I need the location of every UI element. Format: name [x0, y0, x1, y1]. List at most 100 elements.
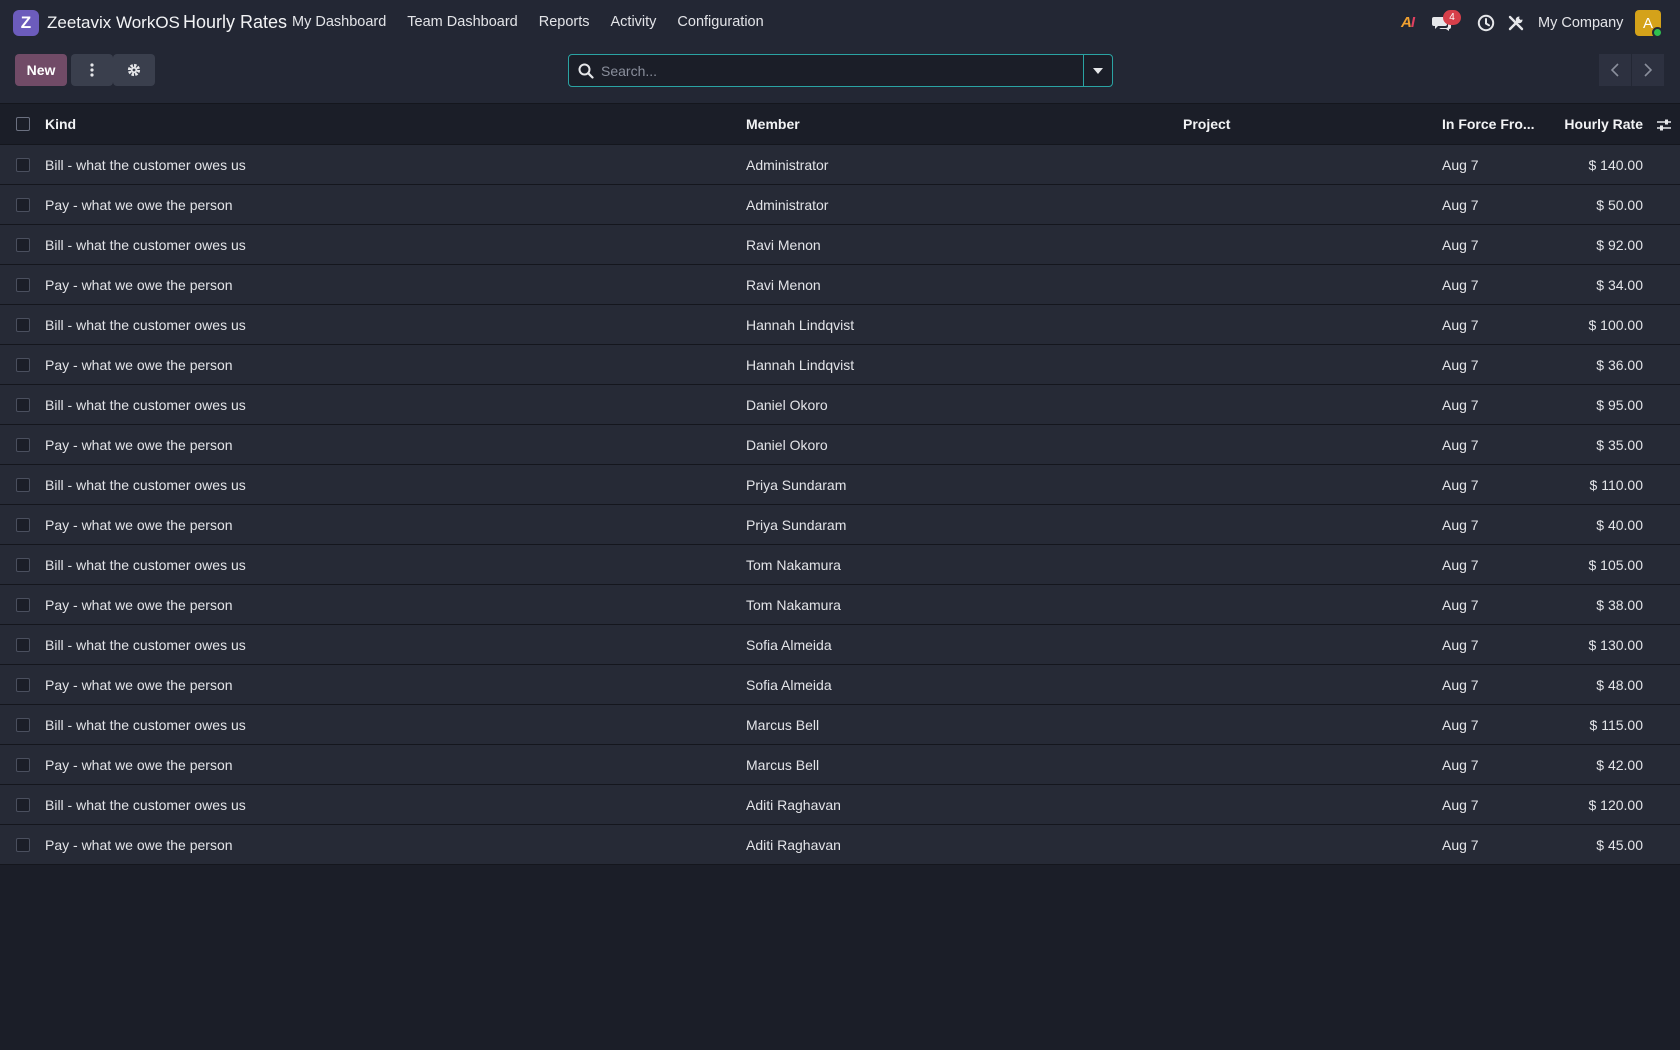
actions-menu-button[interactable] [71, 54, 113, 86]
cell-kind: Bill - what the customer owes us [45, 397, 246, 413]
app-logo-icon[interactable]: Z [13, 10, 39, 36]
row-checkbox[interactable] [16, 478, 30, 492]
column-settings-icon[interactable] [1656, 117, 1672, 133]
cell-kind: Bill - what the customer owes us [45, 717, 246, 733]
row-checkbox[interactable] [16, 318, 30, 332]
cell-hourly-rate: $ 100.00 [1588, 317, 1644, 333]
ai-icon-a: A [1401, 14, 1412, 31]
cell-kind: Pay - what we owe the person [45, 437, 233, 453]
cell-member: Tom Nakamura [746, 597, 841, 613]
control-panel: New [0, 46, 1680, 104]
table-row[interactable]: Bill - what the customer owes us Sofia Al… [0, 625, 1680, 665]
pager-previous-button[interactable] [1599, 54, 1631, 86]
cell-member: Tom Nakamura [746, 557, 841, 573]
cell-in-force-from: Aug 7 [1442, 717, 1479, 733]
row-checkbox[interactable] [16, 158, 30, 172]
cell-member: Priya Sundaram [746, 477, 847, 493]
column-header-member[interactable]: Member [746, 104, 800, 145]
company-switcher[interactable]: My Company [1538, 15, 1623, 31]
cell-kind: Pay - what we owe the person [45, 197, 233, 213]
cell-member: Ravi Menon [746, 237, 821, 253]
search-options-toggle[interactable] [1083, 55, 1112, 86]
brand-name[interactable]: Zeetavix WorkOS [47, 13, 180, 33]
row-checkbox[interactable] [16, 718, 30, 732]
row-checkbox[interactable] [16, 558, 30, 572]
ai-icon[interactable]: AI [1401, 14, 1415, 31]
column-header-in-force-from[interactable]: In Force Fro... [1442, 104, 1535, 145]
clock-icon[interactable] [1477, 14, 1495, 32]
table-row[interactable]: Pay - what we owe the person Sofia Almeid… [0, 665, 1680, 705]
table-row[interactable]: Pay - what we owe the person Tom Nakamura… [0, 585, 1680, 625]
select-all-checkbox[interactable] [16, 117, 30, 131]
tools-icon[interactable] [1507, 14, 1525, 32]
row-checkbox[interactable] [16, 838, 30, 852]
cell-hourly-rate: $ 95.00 [1596, 397, 1643, 413]
pager-next-button[interactable] [1632, 54, 1664, 86]
cell-member: Administrator [746, 157, 829, 173]
row-checkbox[interactable] [16, 278, 30, 292]
cell-hourly-rate: $ 50.00 [1596, 197, 1643, 213]
menu-item-team-dashboard[interactable]: Team Dashboard [407, 14, 517, 30]
cell-kind: Bill - what the customer owes us [45, 557, 246, 573]
table-row[interactable]: Pay - what we owe the person Hannah Lindq… [0, 345, 1680, 385]
row-checkbox[interactable] [16, 198, 30, 212]
ai-icon-i: I [1410, 14, 1415, 31]
kebab-menu-icon [90, 63, 94, 77]
gear-icon [127, 63, 141, 77]
row-checkbox[interactable] [16, 398, 30, 412]
cell-hourly-rate: $ 120.00 [1588, 797, 1644, 813]
table-row[interactable]: Pay - what we owe the person Daniel Okoro… [0, 425, 1680, 465]
table-row[interactable]: Bill - what the customer owes us Administ… [0, 145, 1680, 185]
table-row[interactable]: Bill - what the customer owes us Tom Naka… [0, 545, 1680, 585]
row-checkbox[interactable] [16, 518, 30, 532]
row-checkbox[interactable] [16, 758, 30, 772]
table-row[interactable]: Pay - what we owe the person Ravi Menon Au… [0, 265, 1680, 305]
column-header-project[interactable]: Project [1183, 104, 1230, 145]
cell-member: Administrator [746, 197, 829, 213]
menu-item-my-dashboard[interactable]: My Dashboard [292, 14, 386, 30]
new-button[interactable]: New [15, 54, 67, 86]
search-input[interactable] [601, 55, 1071, 86]
table-row[interactable]: Pay - what we owe the person Marcus Bell A… [0, 745, 1680, 785]
table-row[interactable]: Bill - what the customer owes us Priya Su… [0, 465, 1680, 505]
table-row[interactable]: Pay - what we owe the person Aditi Raghav… [0, 825, 1680, 865]
row-checkbox[interactable] [16, 238, 30, 252]
cell-kind: Pay - what we owe the person [45, 517, 233, 533]
cell-in-force-from: Aug 7 [1442, 597, 1479, 613]
cell-member: Ravi Menon [746, 277, 821, 293]
table-row[interactable]: Bill - what the customer owes us Daniel O… [0, 385, 1680, 425]
cell-hourly-rate: $ 42.00 [1596, 757, 1643, 773]
cell-member: Aditi Raghavan [746, 797, 841, 813]
row-checkbox[interactable] [16, 638, 30, 652]
cell-hourly-rate: $ 92.00 [1596, 237, 1643, 253]
settings-button[interactable] [113, 54, 155, 86]
row-checkbox[interactable] [16, 678, 30, 692]
row-checkbox[interactable] [16, 358, 30, 372]
table-row[interactable]: Pay - what we owe the person Priya Sundar… [0, 505, 1680, 545]
table-row[interactable]: Bill - what the customer owes us Ravi Men… [0, 225, 1680, 265]
menu-item-reports[interactable]: Reports [539, 14, 590, 30]
cell-in-force-from: Aug 7 [1442, 477, 1479, 493]
cell-kind: Bill - what the customer owes us [45, 317, 246, 333]
cell-kind: Bill - what the customer owes us [45, 637, 246, 653]
table-row[interactable]: Pay - what we owe the person Administrato… [0, 185, 1680, 225]
table-row[interactable]: Bill - what the customer owes us Marcus B… [0, 705, 1680, 745]
row-checkbox[interactable] [16, 798, 30, 812]
menu-item-activity[interactable]: Activity [611, 14, 657, 30]
table-row[interactable]: Bill - what the customer owes us Aditi Ra… [0, 785, 1680, 825]
cell-in-force-from: Aug 7 [1442, 517, 1479, 533]
cell-member: Marcus Bell [746, 717, 820, 733]
cell-member: Sofia Almeida [746, 637, 832, 653]
app-title[interactable]: Hourly Rates [183, 12, 287, 33]
menu-item-configuration[interactable]: Configuration [677, 14, 763, 30]
row-checkbox[interactable] [16, 598, 30, 612]
chevron-right-icon [1644, 63, 1652, 77]
cell-member: Priya Sundaram [746, 517, 847, 533]
table-row[interactable]: Bill - what the customer owes us Hannah L… [0, 305, 1680, 345]
cell-kind: Pay - what we owe the person [45, 357, 233, 373]
column-header-kind[interactable]: Kind [45, 104, 76, 145]
cell-member: Sofia Almeida [746, 677, 832, 693]
row-checkbox[interactable] [16, 438, 30, 452]
cell-in-force-from: Aug 7 [1442, 437, 1479, 453]
column-header-hourly-rate[interactable]: Hourly Rate [1564, 104, 1643, 145]
